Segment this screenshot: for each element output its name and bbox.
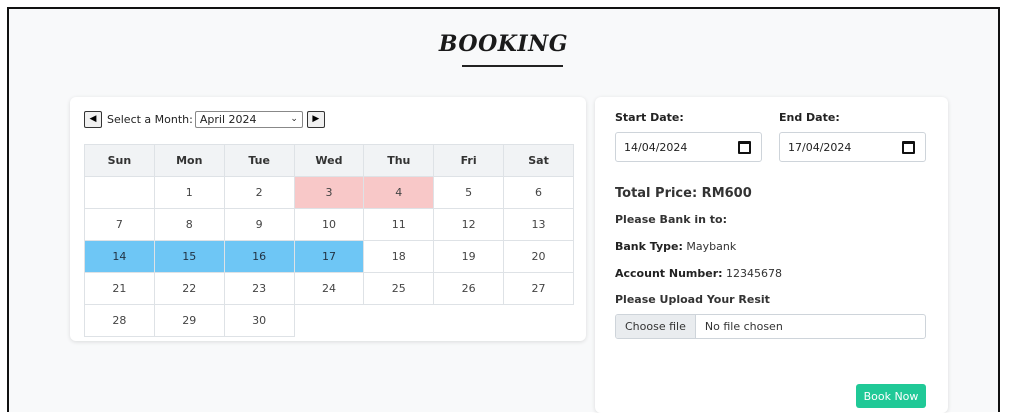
bank-type-label: Bank Type:: [615, 240, 683, 253]
calendar-day-14[interactable]: 14: [84, 240, 155, 273]
weekday-header-row: Sun Mon Tue Wed Thu Fri Sat: [84, 144, 574, 177]
weekday-header: Sun: [84, 144, 155, 177]
start-date-input[interactable]: 14/04/2024: [615, 132, 762, 162]
end-date-value: 17/04/2024: [788, 140, 852, 154]
weekday-header: Tue: [223, 144, 295, 177]
calendar-day-30[interactable]: 30: [223, 304, 295, 337]
bank-type-value: Maybank: [686, 240, 737, 253]
month-selector-bar: ◀ Select a Month: April 2024 ⌄ ▶: [84, 110, 325, 128]
calendar-card: ◀ Select a Month: April 2024 ⌄ ▶ Sun Mon…: [70, 97, 586, 341]
upload-label: Please Upload Your Resit: [615, 293, 770, 306]
calendar-day-25[interactable]: 25: [363, 272, 435, 305]
calendar-table: Sun Mon Tue Wed Thu Fri Sat 1 2 3 4 5 6 7 8 9 10 1…: [84, 144, 574, 337]
prev-month-button[interactable]: ◀: [84, 110, 102, 128]
start-date-label: Start Date:: [615, 111, 684, 124]
calendar-empty-cell: [364, 305, 434, 337]
weekday-header: Fri: [433, 144, 505, 177]
page-title: BOOKING: [438, 31, 569, 57]
calendar-day-13[interactable]: 13: [503, 208, 574, 241]
calendar-day-10[interactable]: 10: [293, 208, 365, 241]
calendar-day-19[interactable]: 19: [433, 240, 505, 273]
total-price: Total Price: RM600: [615, 186, 752, 201]
bank-in-label: Please Bank in to:: [615, 213, 727, 226]
calendar-week-row: 123456: [84, 176, 574, 209]
calendar-day-20[interactable]: 20: [503, 240, 574, 273]
calendar-icon[interactable]: [738, 140, 751, 154]
choose-file-button[interactable]: Choose file: [616, 315, 696, 338]
booking-form-card: Start Date: End Date: 14/04/2024 17/04/2…: [595, 97, 948, 413]
calendar-week-row: 28 29 30: [84, 304, 574, 337]
month-select[interactable]: April 2024 ⌄: [194, 110, 303, 128]
calendar-empty-cell: [504, 305, 574, 337]
receipt-file-input[interactable]: Choose file No file chosen: [615, 314, 926, 339]
calendar-icon[interactable]: [902, 140, 915, 154]
calendar-day-17[interactable]: 17: [293, 240, 365, 273]
arrow-left-icon: ◀: [89, 114, 97, 124]
month-select-value: April 2024: [199, 112, 257, 126]
end-date-label: End Date:: [779, 111, 840, 124]
calendar-day-1[interactable]: 1: [153, 176, 225, 209]
chevron-down-icon: ⌄: [290, 114, 298, 124]
calendar-day-16[interactable]: 16: [223, 240, 295, 273]
calendar-day-27[interactable]: 27: [503, 272, 574, 305]
start-date-value: 14/04/2024: [624, 140, 688, 154]
weekday-header: Thu: [363, 144, 435, 177]
calendar-day-24[interactable]: 24: [293, 272, 365, 305]
next-month-button[interactable]: ▶: [306, 110, 325, 128]
calendar-day-29[interactable]: 29: [153, 304, 225, 337]
weekday-header: Mon: [153, 144, 225, 177]
calendar-week-row: 21 22 23 24 25 26 27: [84, 272, 574, 305]
bank-type-row: Bank Type: Maybank: [615, 240, 736, 253]
calendar-day-3[interactable]: 3: [293, 176, 365, 209]
account-number-value: 12345678: [726, 267, 783, 280]
calendar-day-21[interactable]: 21: [84, 272, 155, 305]
calendar-body: 1 2 3 4 5 6 7 8 9 10 11 12 13 14 15 16 17 18 19 20 21 22 23 24 2…: [84, 176, 574, 337]
calendar-day-11[interactable]: 11: [363, 208, 435, 241]
calendar-day-12[interactable]: 12: [433, 208, 505, 241]
app-frame: BOOKING ◀ Select a Month: April 2024 ⌄ ▶…: [7, 7, 1000, 413]
account-number-row: Account Number: 12345678: [615, 267, 782, 280]
calendar-day-7[interactable]: 7: [84, 208, 155, 241]
calendar-day-15[interactable]: 15: [153, 240, 225, 273]
calendar-empty-cell: [294, 305, 364, 337]
calendar-empty-cell: [434, 305, 504, 337]
calendar-day-18[interactable]: 18: [363, 240, 435, 273]
calendar-day-28[interactable]: 28: [84, 304, 155, 337]
arrow-right-icon: ▶: [312, 114, 320, 124]
weekday-header: Sat: [503, 144, 574, 177]
weekday-header: Wed: [293, 144, 365, 177]
calendar-empty-cell: [84, 176, 155, 209]
book-now-button[interactable]: Book Now: [856, 384, 926, 408]
calendar-day-23[interactable]: 23: [223, 272, 295, 305]
file-status: No file chosen: [704, 320, 783, 333]
calendar-day-8[interactable]: 8: [153, 208, 225, 241]
calendar-day-4[interactable]: 4: [363, 176, 435, 209]
calendar-day-2[interactable]: 2: [223, 176, 295, 209]
calendar-day-5[interactable]: 5: [433, 176, 505, 209]
calendar-day-22[interactable]: 22: [153, 272, 225, 305]
calendar-day-9[interactable]: 9: [223, 208, 295, 241]
calendar-week-row: 14 15 16 17 18 19 20: [84, 240, 574, 273]
month-label: Select a Month:: [107, 112, 193, 126]
calendar-week-row: 7 8 9 10 11 12 13: [84, 208, 574, 241]
account-number-label: Account Number:: [615, 267, 723, 280]
title-underline: [462, 65, 563, 67]
calendar-day-6[interactable]: 6: [503, 176, 574, 209]
end-date-input[interactable]: 17/04/2024: [779, 132, 926, 162]
calendar-day-26[interactable]: 26: [433, 272, 505, 305]
